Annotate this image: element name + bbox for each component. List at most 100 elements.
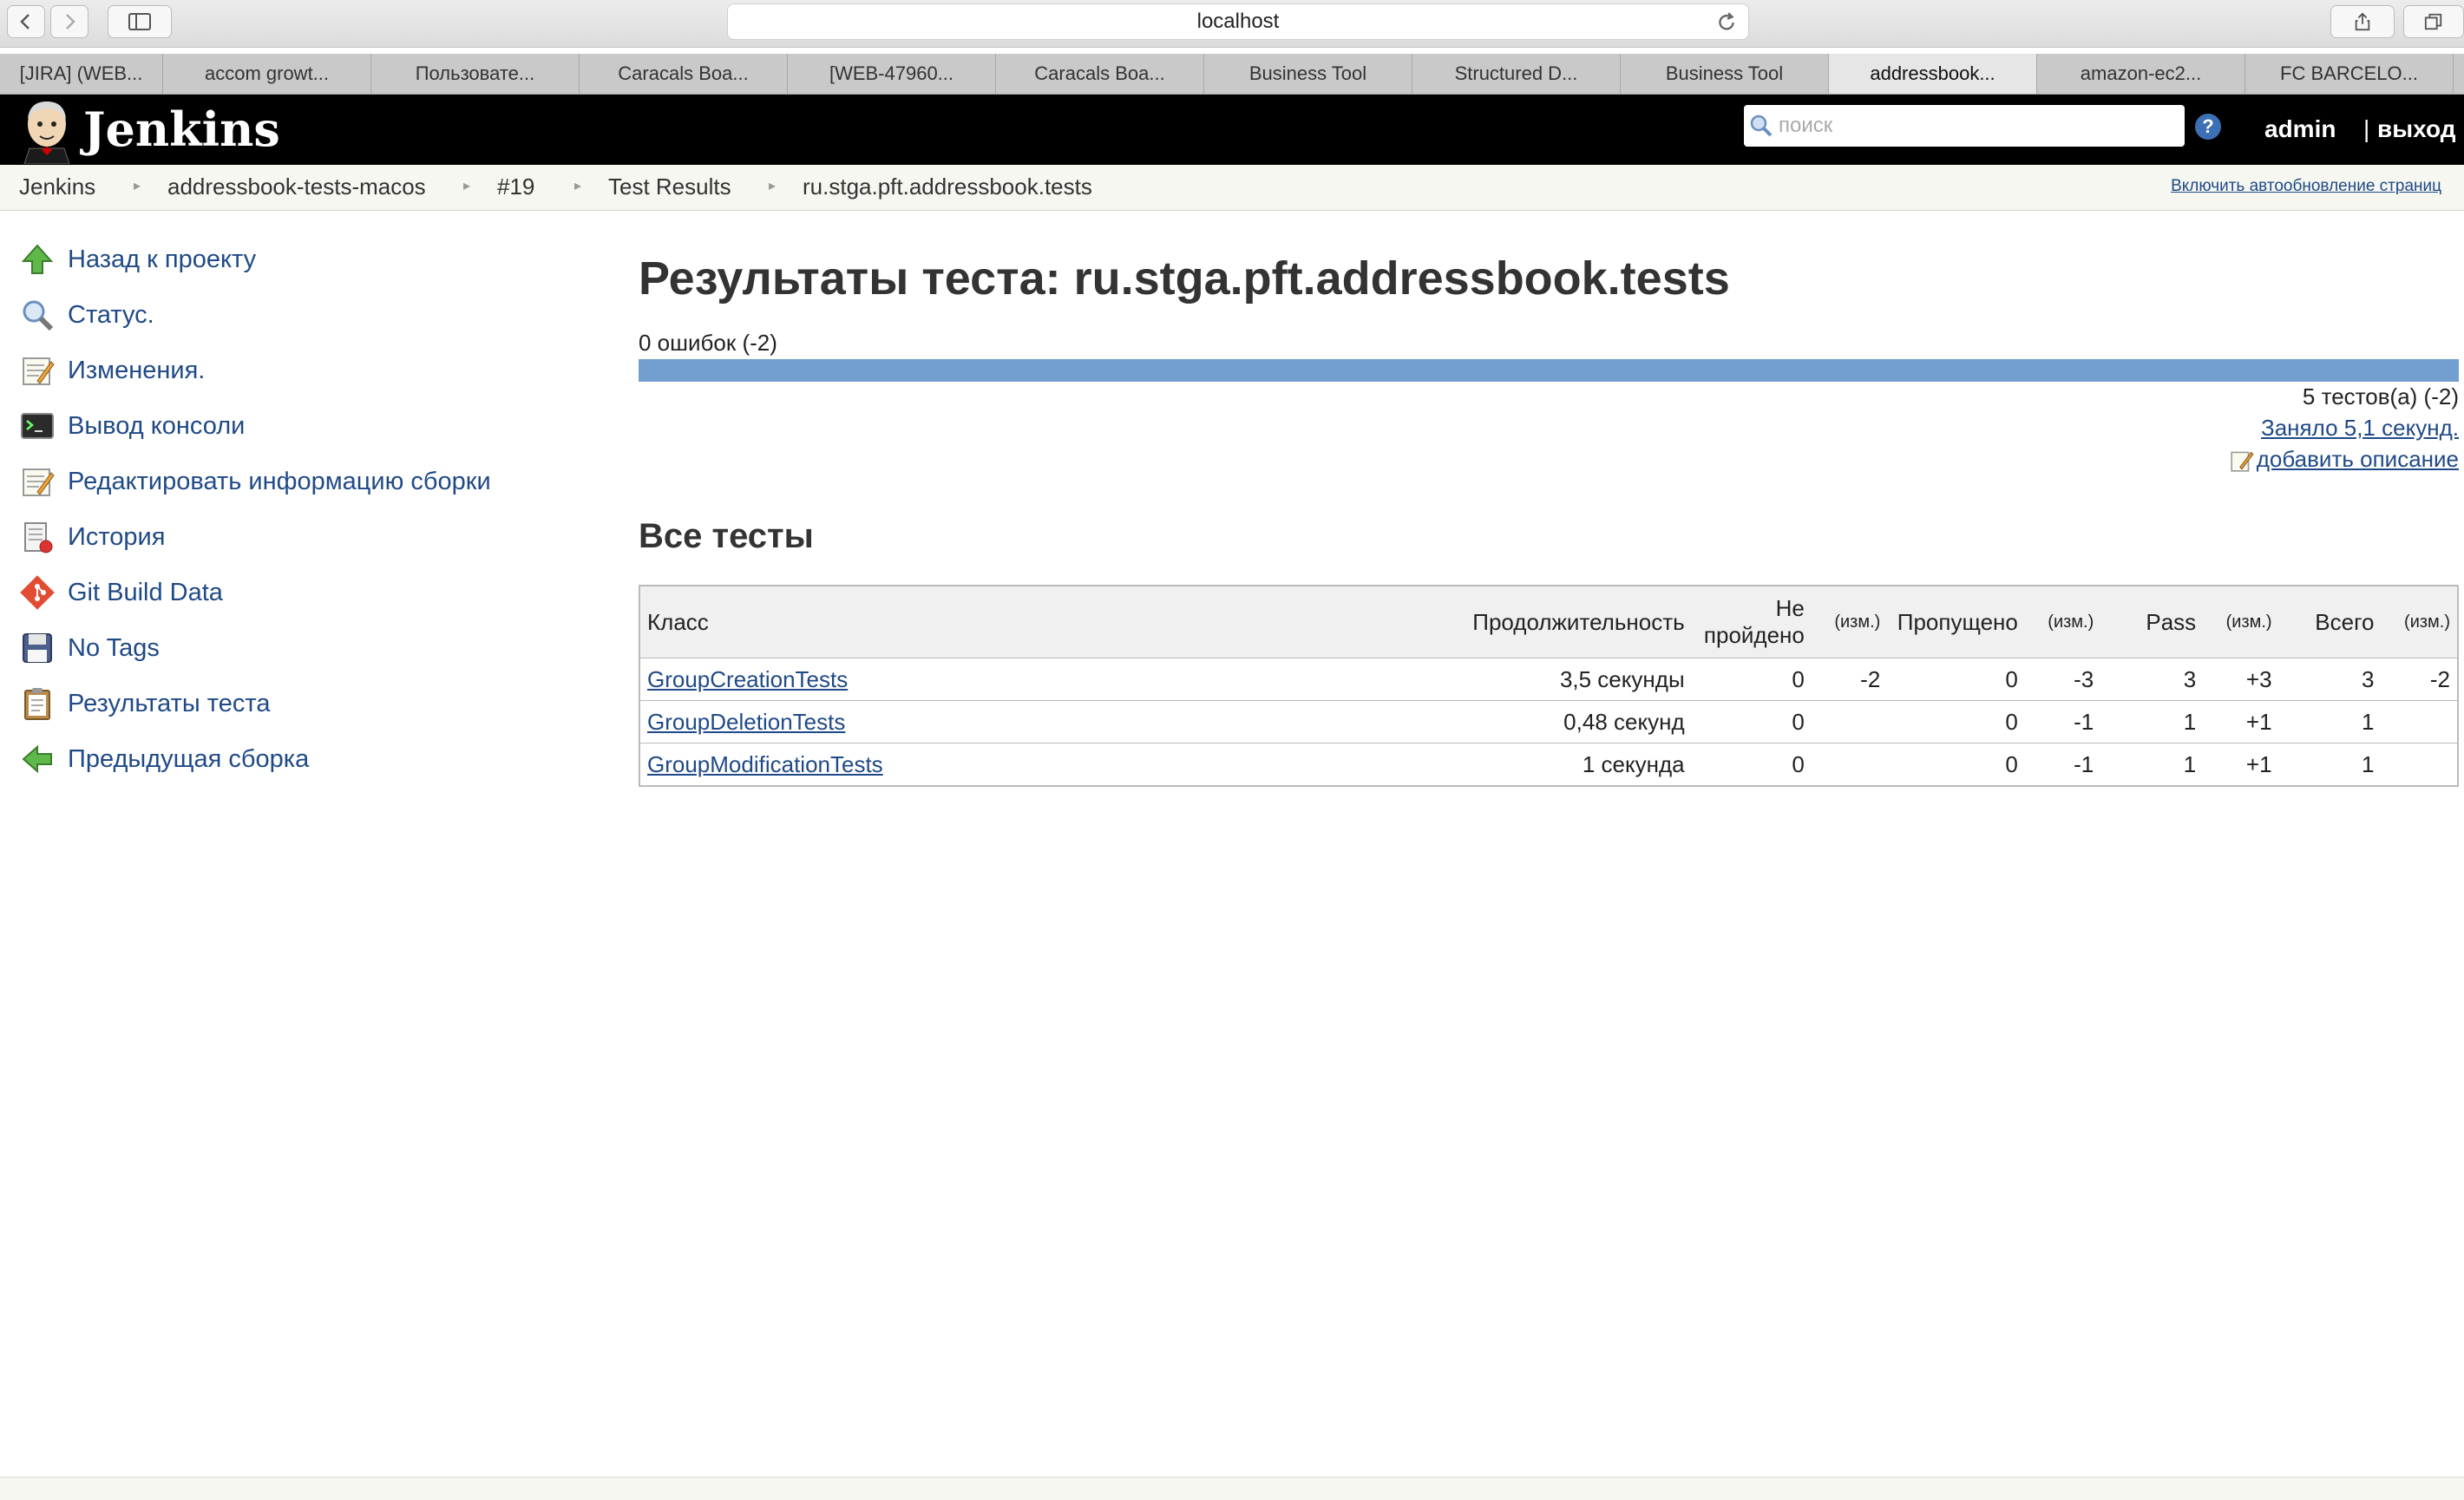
failed-diff-cell [1811, 743, 1888, 787]
column-header-class[interactable]: Класс [639, 586, 1449, 658]
pass-diff-cell: +3 [2203, 658, 2279, 701]
pass-diff-cell: +1 [2203, 700, 2279, 743]
sidebar-item-status[interactable]: Статус. [17, 293, 154, 337]
skipped-cell: 0 [1887, 658, 2025, 701]
clipboard-icon [17, 684, 57, 724]
class-cell: GroupModificationTests [639, 743, 1449, 787]
user-link[interactable]: admin [2264, 115, 2336, 143]
back-button[interactable] [7, 5, 45, 38]
sidebar-item-back-to-project[interactable]: Назад к проекту [17, 238, 256, 281]
share-button[interactable] [2330, 5, 2395, 38]
search-input[interactable] [1777, 110, 2179, 141]
test-class-link[interactable]: GroupDeletionTests [647, 709, 845, 735]
add-description-label: добавить описание [2256, 446, 2459, 472]
duration-cell: 3,5 секунды [1448, 658, 1692, 701]
page-footer [0, 1477, 2464, 1500]
breadcrumb-item-package[interactable]: ru.stga.pft.addressbook.tests [803, 174, 1092, 200]
test-result-bar-fill [639, 359, 2459, 382]
add-description-link[interactable]: добавить описание [2229, 446, 2459, 473]
logout-link[interactable]: выход [2377, 115, 2456, 143]
column-header-skipped[interactable]: Пропущено [1887, 586, 2025, 658]
browser-tab[interactable]: Structured D... [1412, 54, 1621, 94]
test-class-link[interactable]: GroupCreationTests [647, 666, 848, 692]
sidebar-item-test-results[interactable]: Результаты теста [17, 682, 270, 725]
column-header-failed-change[interactable]: (изм.) [1811, 586, 1888, 658]
share-icon [2355, 12, 2370, 31]
sidebar-item-git-build-data[interactable]: Git Build Data [17, 571, 223, 614]
breadcrumb-caret-icon[interactable]: ▸ [574, 177, 581, 194]
failed-diff-cell [1811, 700, 1888, 743]
browser-tab[interactable]: Business Tool [1204, 54, 1412, 94]
browser-tab[interactable]: [WEB-47960... [788, 54, 996, 94]
breadcrumb-caret-icon[interactable]: ▸ [769, 177, 776, 194]
breadcrumb-caret-icon[interactable]: ▸ [463, 177, 470, 194]
search-icon [1750, 115, 1773, 137]
column-header-pass-change[interactable]: (изм.) [2203, 586, 2279, 658]
browser-tab-active[interactable]: addressbook... [1829, 54, 2037, 94]
column-header-failed[interactable]: Не пройдено [1691, 586, 1812, 658]
test-result-bar [639, 359, 2459, 382]
chevron-right-icon [66, 14, 75, 29]
test-results-table: Класс Продолжительность Не пройдено (изм.… [639, 585, 2459, 787]
browser-tab[interactable]: Пользовате... [371, 54, 580, 94]
column-header-skipped-change[interactable]: (изм.) [2024, 586, 2101, 658]
browser-tab[interactable]: Caracals Boa... [996, 54, 1204, 94]
breadcrumb-item-test-results[interactable]: Test Results [608, 174, 731, 200]
sidebar-item-changes[interactable]: Изменения. [17, 349, 205, 392]
column-header-duration[interactable]: Продолжительность [1448, 586, 1692, 658]
test-class-link[interactable]: GroupModificationTests [647, 751, 883, 777]
duration-cell: 1 секунда [1448, 743, 1692, 787]
sidebar-item-console-output[interactable]: Вывод консоли [17, 404, 245, 448]
failed-diff-cell: -2 [1811, 658, 1888, 701]
skipped-diff-cell: -1 [2024, 743, 2101, 787]
jenkins-title[interactable]: Jenkins [83, 102, 280, 157]
forward-button[interactable] [50, 5, 88, 38]
tabs-overview-button[interactable] [2403, 5, 2464, 38]
pass-cell: 1 [2100, 743, 2204, 787]
notepad-icon [17, 350, 57, 390]
browser-tab[interactable]: Caracals Boa... [580, 54, 788, 94]
column-header-total-change[interactable]: (изм.) [2381, 586, 2458, 658]
breadcrumb-caret-icon[interactable]: ▸ [134, 177, 141, 194]
notepad-icon [17, 462, 57, 501]
browser-toolbar: localhost [0, 0, 2464, 48]
table-row: GroupModificationTests 1 секунда 0 0 -1 … [639, 743, 2458, 787]
reload-icon[interactable] [1715, 11, 1738, 34]
tab-strip: [JIRA] (WEB... accom growt... Пользовате… [0, 54, 2464, 95]
browser-tab[interactable]: accom growt... [163, 54, 371, 94]
failed-cell: 0 [1691, 700, 1812, 743]
address-bar[interactable]: localhost [727, 3, 1749, 40]
skipped-cell: 0 [1887, 700, 2025, 743]
sidebar-item-previous-build[interactable]: Предыдущая сборка [17, 737, 309, 781]
pass-cell: 3 [2100, 658, 2204, 701]
column-header-total[interactable]: Всего [2278, 586, 2382, 658]
floppy-icon [17, 628, 57, 668]
help-icon[interactable]: ? [2195, 114, 2221, 140]
browser-tab[interactable]: FC BARCELO... [2245, 54, 2454, 94]
breadcrumb-item-build[interactable]: #19 [497, 174, 534, 200]
sidebar-item-no-tags[interactable]: No Tags [17, 626, 160, 670]
table-header-row: Класс Продолжительность Не пройдено (изм.… [639, 586, 2458, 658]
skipped-diff-cell: -3 [2024, 658, 2101, 701]
class-cell: GroupDeletionTests [639, 700, 1449, 743]
column-header-pass[interactable]: Pass [2100, 586, 2204, 658]
pass-diff-cell: +1 [2203, 743, 2279, 787]
search-box[interactable] [1744, 105, 2185, 147]
edit-description-icon [2231, 451, 2254, 472]
enable-autorefresh-link[interactable]: Включить автообновление страниц [2171, 177, 2441, 196]
sidebar-item-edit-build-info[interactable]: Редактировать информацию сборки [17, 460, 491, 503]
duration-link[interactable]: Заняло 5,1 секунд. [2261, 415, 2459, 442]
browser-tab[interactable]: amazon-ec2... [2037, 54, 2245, 94]
sidebar-item-history[interactable]: История [17, 515, 165, 559]
total-cell: 3 [2278, 658, 2382, 701]
breadcrumb-item-project[interactable]: addressbook-tests-macos [167, 174, 426, 200]
jenkins-logo-icon[interactable] [17, 98, 76, 164]
history-icon [17, 517, 57, 557]
address-text: localhost [1196, 10, 1280, 33]
all-tests-heading: Все тесты [639, 517, 814, 555]
browser-tab[interactable]: Business Tool [1621, 54, 1829, 94]
browser-tab[interactable]: [JIRA] (WEB... [0, 54, 163, 94]
sidebar-toggle-button[interactable] [108, 5, 172, 38]
breadcrumb-item-jenkins[interactable]: Jenkins [19, 174, 95, 200]
tabs-icon [2424, 13, 2442, 30]
